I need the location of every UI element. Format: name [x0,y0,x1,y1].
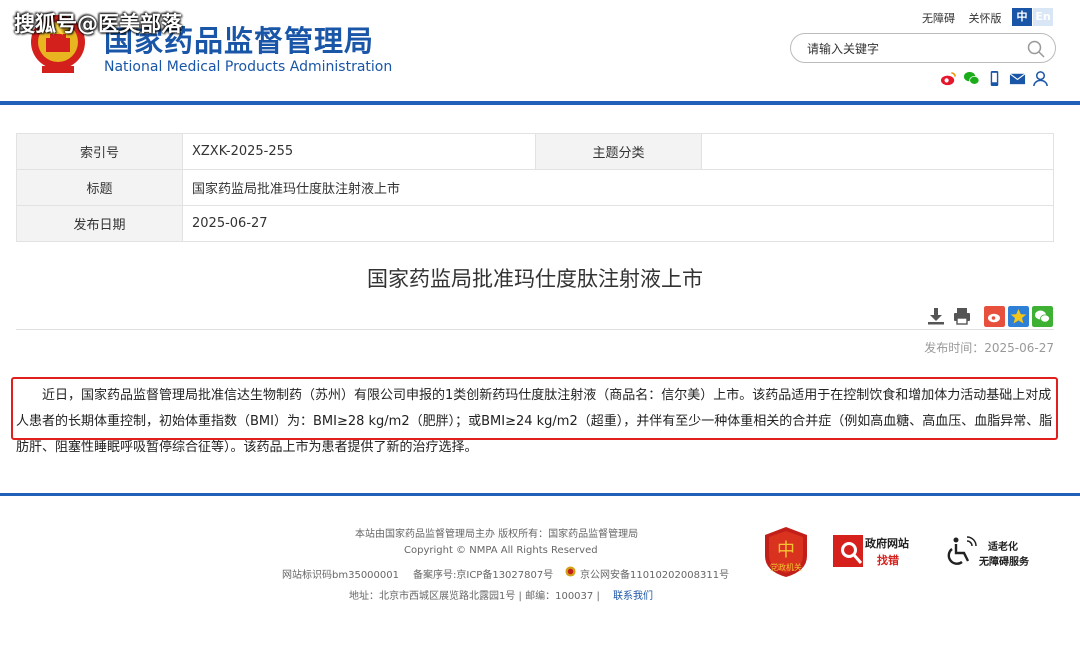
date-value: 2025-06-27 [182,205,1054,242]
elderly-mode-link[interactable]: 关怀版 [969,12,1002,25]
highlight-box [11,377,1058,440]
title-divider [16,329,1054,330]
index-value: XZXK-2025-255 [182,133,536,170]
wechat-icon[interactable] [963,70,980,87]
share-tools [984,306,1053,327]
print-icon[interactable] [952,306,972,326]
top-links: 无障碍 关怀版 [922,10,1012,26]
watermark: 搜狐号@医美部落 [14,12,182,36]
topic-value [701,133,1054,170]
footer-police-record[interactable]: 京公网安备11010202008311号 [580,566,729,581]
weibo-icon[interactable] [940,70,957,87]
lang-zh-button[interactable]: 中 [1012,8,1032,26]
error-badge-bottom: 找错 [877,554,899,567]
mail-icon[interactable] [1009,70,1026,87]
search-input[interactable] [807,40,1017,57]
contact-us-link[interactable]: 联系我们 [613,587,653,602]
mobile-icon[interactable] [986,70,1003,87]
elder-badge-bottom: 无障碍服务 [979,557,1029,568]
gov-site-error-badge[interactable]: 政府网站 找错 [831,533,921,571]
elder-badge-top: 适老化 [988,542,1018,553]
accessibility-link[interactable]: 无障碍 [922,12,955,25]
site-header: 国家药品监督管理局 National Medical Products Admi… [0,0,1080,104]
error-badge-top: 政府网站 [865,537,909,550]
svg-text:中: 中 [777,540,795,561]
info-row: 发布日期 2025-06-27 [16,205,1054,242]
party-organ-label: 党政机关 [770,563,802,572]
police-badge-icon [565,566,576,577]
footer-copyright: Copyright © NMPA All Rights Reserved [404,545,598,556]
info-row: 索引号 XZXK-2025-255 主题分类 [16,133,1054,170]
search-box [790,33,1056,63]
error-magnifier-icon [833,535,863,567]
share-favorite-icon[interactable] [1008,306,1029,327]
footer-address: 地址：北京市西城区展览路北露园1号 | 邮编：100037 | [349,591,600,602]
article-tools [926,306,972,326]
document-info-table: 索引号 XZXK-2025-255 主题分类 标题 国家药监局批准玛仕度肽注射液… [16,133,1054,242]
wheelchair-icon [947,536,977,565]
party-organ-badge[interactable]: 中 党政机关 [763,526,809,578]
search-icon[interactable] [1027,40,1045,58]
site-name-en: National Medical Products Administration [104,59,393,75]
topic-label: 主题分类 [535,133,702,170]
footer-site-id: 网站标识码bm35000001 [282,570,399,581]
publish-time: 发布时间：2025-06-27 [924,341,1054,355]
title-value: 国家药监局批准玛仕度肽注射液上市 [182,169,1054,206]
date-label: 发布日期 [16,205,183,242]
share-wechat-icon[interactable] [1032,306,1053,327]
index-label: 索引号 [16,133,183,170]
site-footer: 本站由国家药品监督管理局主办 版权所有：国家药品监督管理局 Copyright … [0,496,1080,662]
title-label: 标题 [16,169,183,206]
footer-icp[interactable]: 备案序号:京ICP备13027807号 [413,566,553,581]
article-title: 国家药监局批准玛仕度肽注射液上市 [367,267,703,291]
lang-en-button[interactable]: En [1033,8,1053,26]
share-weibo-icon[interactable] [984,306,1005,327]
info-row: 标题 国家药监局批准玛仕度肽注射液上市 [16,169,1054,206]
download-icon[interactable] [926,306,946,326]
user-icon[interactable] [1032,70,1049,87]
social-links [940,70,1049,88]
footer-sponsor: 本站由国家药品监督管理局主办 版权所有：国家药品监督管理局 [355,529,639,540]
elderly-accessibility-badge[interactable]: 适老化 无障碍服务 [945,535,1045,569]
header-divider [0,101,1080,105]
